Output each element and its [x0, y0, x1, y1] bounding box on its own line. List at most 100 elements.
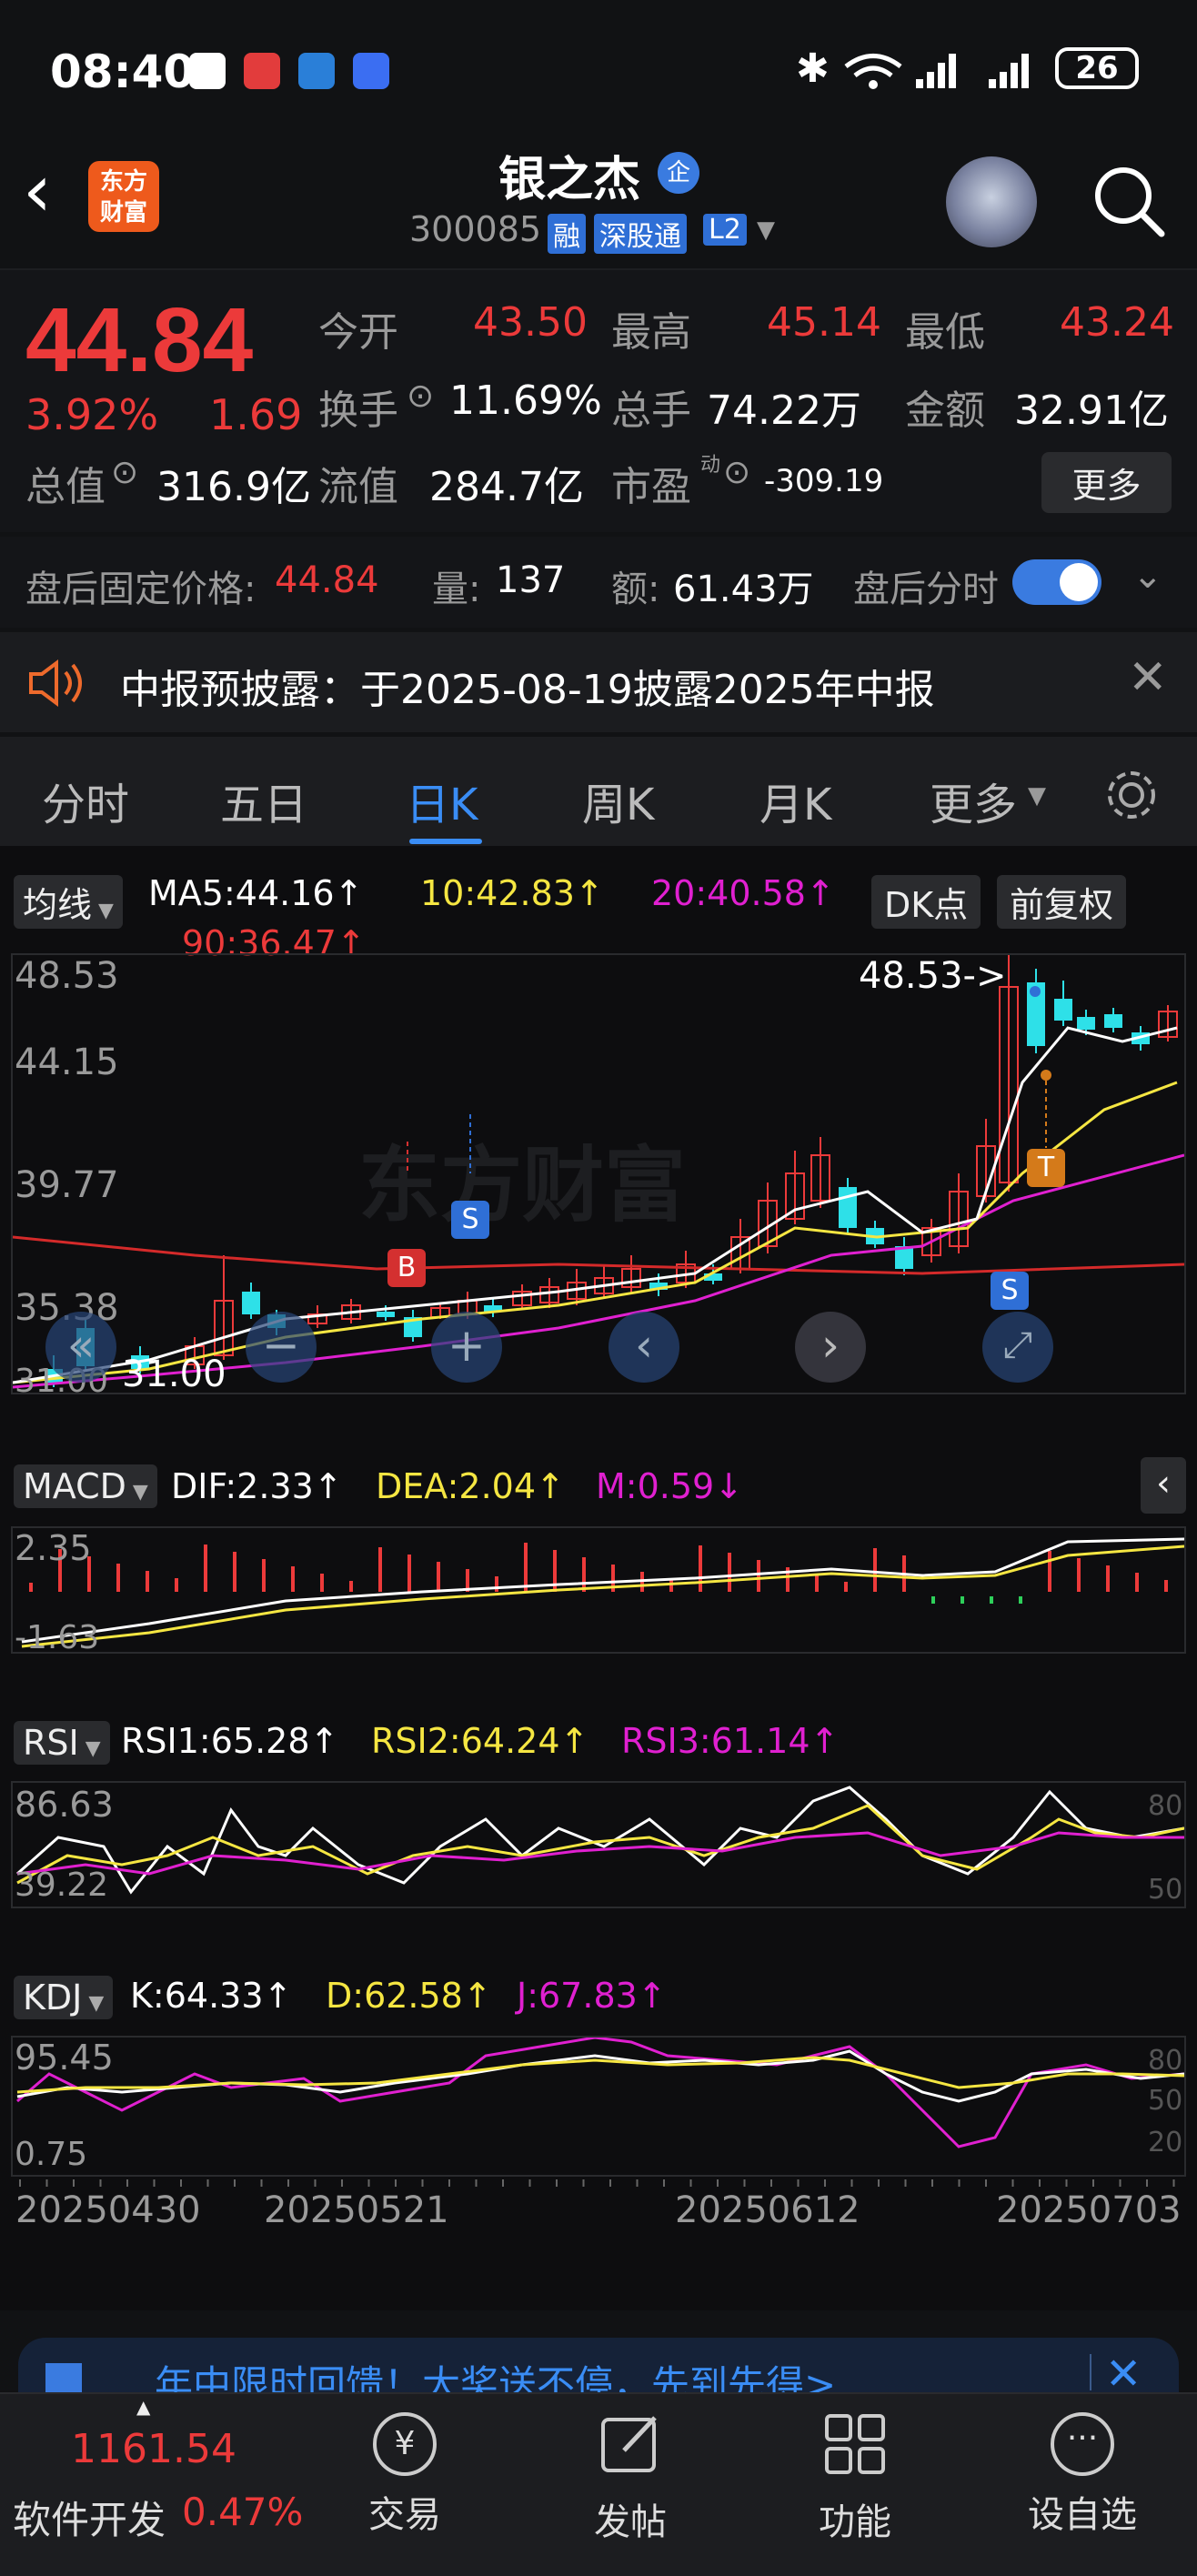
- logo-text-2: 财富: [99, 199, 147, 226]
- app-logo[interactable]: 东方 财富: [88, 161, 159, 232]
- tab-weekly-k[interactable]: 周K: [582, 769, 654, 832]
- tab-five-day[interactable]: 五日: [220, 769, 307, 832]
- kline-chart-area[interactable]: 均线 ▼ MA5:44.16↑ 10:42.83↑ 20:40.58↑ 90:3…: [0, 846, 1197, 2310]
- adjust-button[interactable]: 前复权: [997, 875, 1127, 929]
- speaker-icon: [29, 659, 82, 707]
- grid-icon: [825, 2414, 885, 2474]
- after-hours-volume: 137: [496, 559, 566, 601]
- kdj-k: K:64.33↑: [130, 1976, 293, 2016]
- high-marker: 48.53->: [859, 955, 1007, 997]
- chevron-down-icon[interactable]: ▼: [757, 216, 775, 244]
- macd-dea-line: [21, 1545, 1184, 1648]
- notice-text: 中报预披露：于2025-08-19披露2025年中报: [120, 667, 935, 713]
- kdj-j: J:67.83↑: [517, 1976, 667, 2016]
- rsi-panel[interactable]: 86.63 39.22 80 50: [11, 1781, 1186, 1908]
- info-icon-2[interactable]: ⊙: [111, 454, 138, 491]
- after-hours-price-label: 盘后固定价格:: [25, 569, 256, 610]
- banner-divider: [1090, 2354, 1091, 2390]
- tab-more[interactable]: 更多: [930, 769, 1017, 832]
- change-percent: 3.92%: [25, 390, 159, 439]
- tab-daily-k[interactable]: 日K: [406, 769, 478, 832]
- ma20-label: 20:40.58↑: [651, 873, 835, 913]
- chevron-down-icon-2[interactable]: ⌄: [1132, 555, 1163, 597]
- amount-label: 金额: [905, 387, 985, 434]
- kdj-panel[interactable]: 95.45 0.75 80 50 20: [11, 2036, 1186, 2177]
- app-notification-icon-3: [353, 53, 389, 89]
- turnover-label: 换手: [318, 387, 398, 434]
- nav-trade-label: 交易: [368, 2494, 441, 2536]
- macd-select[interactable]: MACD ▼: [14, 1464, 157, 1508]
- index-value[interactable]: 1161.54: [71, 2426, 236, 2472]
- y-tick-1: 48.53: [15, 955, 119, 997]
- index-up-icon: ▲: [136, 2396, 151, 2418]
- signal-icon-2: [989, 54, 1029, 88]
- candle-body-5: [242, 1292, 260, 1314]
- nav-post[interactable]: 发帖: [585, 2412, 676, 2545]
- index-change[interactable]: 0.47%: [182, 2490, 303, 2534]
- low-value: 43.24: [1060, 299, 1174, 346]
- high-label: 最高: [611, 309, 691, 356]
- kdj-select-label: KDJ: [23, 1977, 83, 2018]
- more-chevron-icon: ▼: [1028, 782, 1046, 810]
- collapse-panel-icon[interactable]: ‹: [1141, 1457, 1186, 1514]
- marker-dot-1: [1030, 986, 1041, 997]
- zoom-in-icon[interactable]: +: [431, 1312, 502, 1383]
- volume-value: 74.22万: [707, 387, 861, 434]
- tab-intraday[interactable]: 分时: [42, 769, 129, 832]
- status-bar: 08:40 ✱ 26: [0, 0, 1197, 136]
- scroll-left-icon[interactable]: «: [45, 1312, 116, 1383]
- macd-panel[interactable]: 2.35 -1.63: [11, 1526, 1186, 1656]
- dk-point-button[interactable]: DK点: [871, 875, 981, 929]
- rsi-ref-50: 50: [1148, 1874, 1183, 1906]
- notice-bar[interactable]: 中报预披露：于2025-08-19披露2025年中报 ✕: [0, 632, 1197, 732]
- rsi-select-label: RSI: [23, 1723, 79, 1763]
- candle-body-35: [1077, 1017, 1095, 1030]
- tag-margin: 融: [548, 214, 586, 254]
- info-icon-3[interactable]: ⊙: [723, 454, 750, 491]
- zoom-out-icon[interactable]: −: [246, 1312, 317, 1383]
- index-name[interactable]: 软件开发: [13, 2490, 166, 2545]
- nav-trade[interactable]: ¥ 交易: [359, 2412, 450, 2538]
- nav-functions[interactable]: 功能: [810, 2412, 900, 2545]
- indicator-select[interactable]: 均线 ▼: [14, 875, 123, 929]
- nav-post-label: 发帖: [594, 2501, 667, 2543]
- ma5-label: MA5:44.16↑: [148, 873, 364, 913]
- amount-value: 32.91亿: [1014, 387, 1169, 434]
- buy-marker[interactable]: B: [387, 1249, 426, 1287]
- marker-dot-2: [1041, 1070, 1051, 1081]
- rsi1: RSI1:65.28↑: [121, 1721, 339, 1761]
- macd-y-top: 2.35: [15, 1528, 92, 1568]
- pe-superscript: 动: [700, 454, 721, 477]
- close-icon[interactable]: ✕: [1128, 650, 1168, 705]
- macd-dif: DIF:2.33↑: [171, 1466, 343, 1506]
- rsi-select[interactable]: RSI ▼: [14, 1721, 110, 1765]
- settings-gear-icon[interactable]: [1102, 766, 1161, 824]
- prev-icon[interactable]: ‹: [609, 1312, 679, 1383]
- sell-marker-1[interactable]: S: [451, 1201, 489, 1239]
- turnover-value: 11.69%: [449, 377, 602, 424]
- tab-monthly-k[interactable]: 月K: [759, 769, 831, 832]
- kline-panel[interactable]: 东方财富 48.53 44.15 39.77 35.38 31.00 48.53…: [11, 953, 1186, 1400]
- nav-add-watchlist[interactable]: ··· 设自选: [1019, 2412, 1146, 2538]
- search-icon[interactable]: [1087, 159, 1169, 241]
- next-icon[interactable]: ›: [795, 1312, 866, 1383]
- more-button[interactable]: 更多: [1041, 452, 1172, 513]
- back-icon[interactable]: ‹: [23, 155, 52, 227]
- wifi-icon: [844, 54, 902, 89]
- rsi-y-top: 86.63: [15, 1785, 114, 1825]
- current-price: 44.84: [25, 289, 254, 391]
- fullscreen-icon[interactable]: ⤢: [982, 1312, 1053, 1383]
- change-amount: 1.69: [209, 390, 303, 439]
- after-hours-volume-label: 量:: [432, 569, 481, 610]
- kdj-select[interactable]: KDJ ▼: [14, 1976, 114, 2019]
- t-marker[interactable]: T: [1027, 1149, 1065, 1187]
- kdj-ref-20: 20: [1148, 2127, 1183, 2158]
- float-value-label: 流值: [318, 464, 398, 510]
- sell-marker-2[interactable]: S: [991, 1272, 1029, 1310]
- battery-icon: 26: [1055, 47, 1139, 89]
- robot-avatar-icon[interactable]: [946, 156, 1037, 247]
- macd-svg: [21, 1537, 1184, 1648]
- after-hours-toggle[interactable]: [1012, 559, 1101, 605]
- info-icon[interactable]: ⊙: [407, 377, 434, 415]
- tag-l2: L2: [703, 214, 747, 246]
